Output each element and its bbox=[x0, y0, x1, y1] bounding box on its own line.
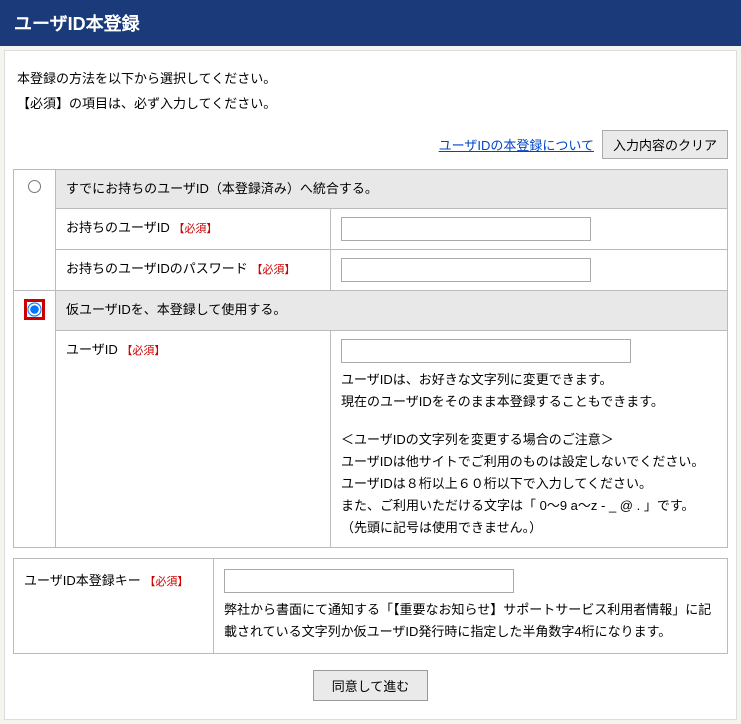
userid-hint7: （先頭に記号は使用できません。） bbox=[341, 517, 717, 539]
registration-key-table: ユーザID本登録キー 【必須】 弊社から書面にて通知する「【重要なお知らせ】サポ… bbox=[13, 558, 728, 654]
existing-password-label: お持ちのユーザIDのパスワード bbox=[66, 261, 248, 276]
option2-radio-highlight bbox=[24, 299, 45, 320]
option2-radio-cell bbox=[14, 291, 56, 548]
userid-hint-block1: ユーザIDは、お好きな文字列に変更できます。 現在のユーザIDをそのまま本登録す… bbox=[341, 369, 717, 413]
existing-password-input-cell bbox=[331, 250, 728, 291]
userid-hint6: また、ご利用いただける文字は「 0～9 a～z - _ @ . 」です。 bbox=[341, 495, 717, 517]
new-userid-input[interactable] bbox=[341, 339, 631, 363]
registration-key-desc: 弊社から書面にて通知する「【重要なお知らせ】サポートサービス利用者情報」に記載さ… bbox=[224, 599, 717, 643]
content-area: 本登録の方法を以下から選択してください。 【必須】の項目は、必ず入力してください… bbox=[4, 50, 737, 720]
agree-proceed-button[interactable]: 同意して進む bbox=[313, 670, 429, 701]
existing-userid-label: お持ちのユーザID bbox=[66, 220, 170, 235]
option2-title: 仮ユーザIDを、本登録して使用する。 bbox=[56, 291, 728, 330]
option2-radio[interactable] bbox=[27, 303, 41, 317]
submit-row: 同意して進む bbox=[13, 670, 728, 701]
intro-text: 本登録の方法を以下から選択してください。 【必須】の項目は、必ず入力してください… bbox=[17, 67, 728, 116]
registration-key-input-cell: 弊社から書面にて通知する「【重要なお知らせ】サポートサービス利用者情報」に記載さ… bbox=[214, 559, 728, 654]
required-marker: 【必須】 bbox=[173, 223, 217, 235]
option1-title: すでにお持ちのユーザID（本登録済み）へ統合する。 bbox=[56, 170, 728, 209]
new-userid-label: ユーザID bbox=[66, 342, 118, 357]
existing-userid-label-cell: お持ちのユーザID 【必須】 bbox=[56, 209, 331, 250]
existing-userid-input[interactable] bbox=[341, 217, 591, 241]
link-row: ユーザIDの本登録について 入力内容のクリア bbox=[13, 130, 728, 159]
new-userid-label-cell: ユーザID 【必須】 bbox=[56, 330, 331, 548]
required-marker: 【必須】 bbox=[144, 576, 188, 588]
clear-input-button[interactable]: 入力内容のクリア bbox=[602, 130, 728, 159]
intro-line1: 本登録の方法を以下から選択してください。 bbox=[17, 67, 728, 92]
userid-hint2: 現在のユーザIDをそのまま本登録することもできます。 bbox=[341, 391, 717, 413]
registration-options-table: すでにお持ちのユーザID（本登録済み）へ統合する。 お持ちのユーザID 【必須】… bbox=[13, 169, 728, 548]
option1-radio[interactable] bbox=[28, 180, 41, 193]
userid-hint3: ＜ユーザIDの文字列を変更する場合のご注意＞ bbox=[341, 429, 717, 451]
intro-line2: 【必須】の項目は、必ず入力してください。 bbox=[17, 92, 728, 117]
option1-radio-cell bbox=[14, 170, 56, 291]
registration-key-label: ユーザID本登録キー bbox=[24, 573, 141, 588]
userid-hint1: ユーザIDは、お好きな文字列に変更できます。 bbox=[341, 369, 717, 391]
userid-hint4: ユーザIDは他サイトでご利用のものは設定しないでください。 bbox=[341, 451, 717, 473]
existing-password-label-cell: お持ちのユーザIDのパスワード 【必須】 bbox=[56, 250, 331, 291]
new-userid-input-cell: ユーザIDは、お好きな文字列に変更できます。 現在のユーザIDをそのまま本登録す… bbox=[331, 330, 728, 548]
userid-hint-block2: ＜ユーザIDの文字列を変更する場合のご注意＞ ユーザIDは他サイトでご利用のもの… bbox=[341, 429, 717, 539]
existing-userid-input-cell bbox=[331, 209, 728, 250]
required-marker: 【必須】 bbox=[121, 345, 165, 357]
about-registration-link[interactable]: ユーザIDの本登録について bbox=[439, 135, 594, 154]
required-marker: 【必須】 bbox=[251, 264, 295, 276]
existing-password-input[interactable] bbox=[341, 258, 591, 282]
userid-hint5: ユーザIDは８桁以上６０桁以下で入力してください。 bbox=[341, 473, 717, 495]
page-title: ユーザID本登録 bbox=[0, 0, 741, 46]
registration-key-input[interactable] bbox=[224, 569, 514, 593]
registration-key-label-cell: ユーザID本登録キー 【必須】 bbox=[14, 559, 214, 654]
